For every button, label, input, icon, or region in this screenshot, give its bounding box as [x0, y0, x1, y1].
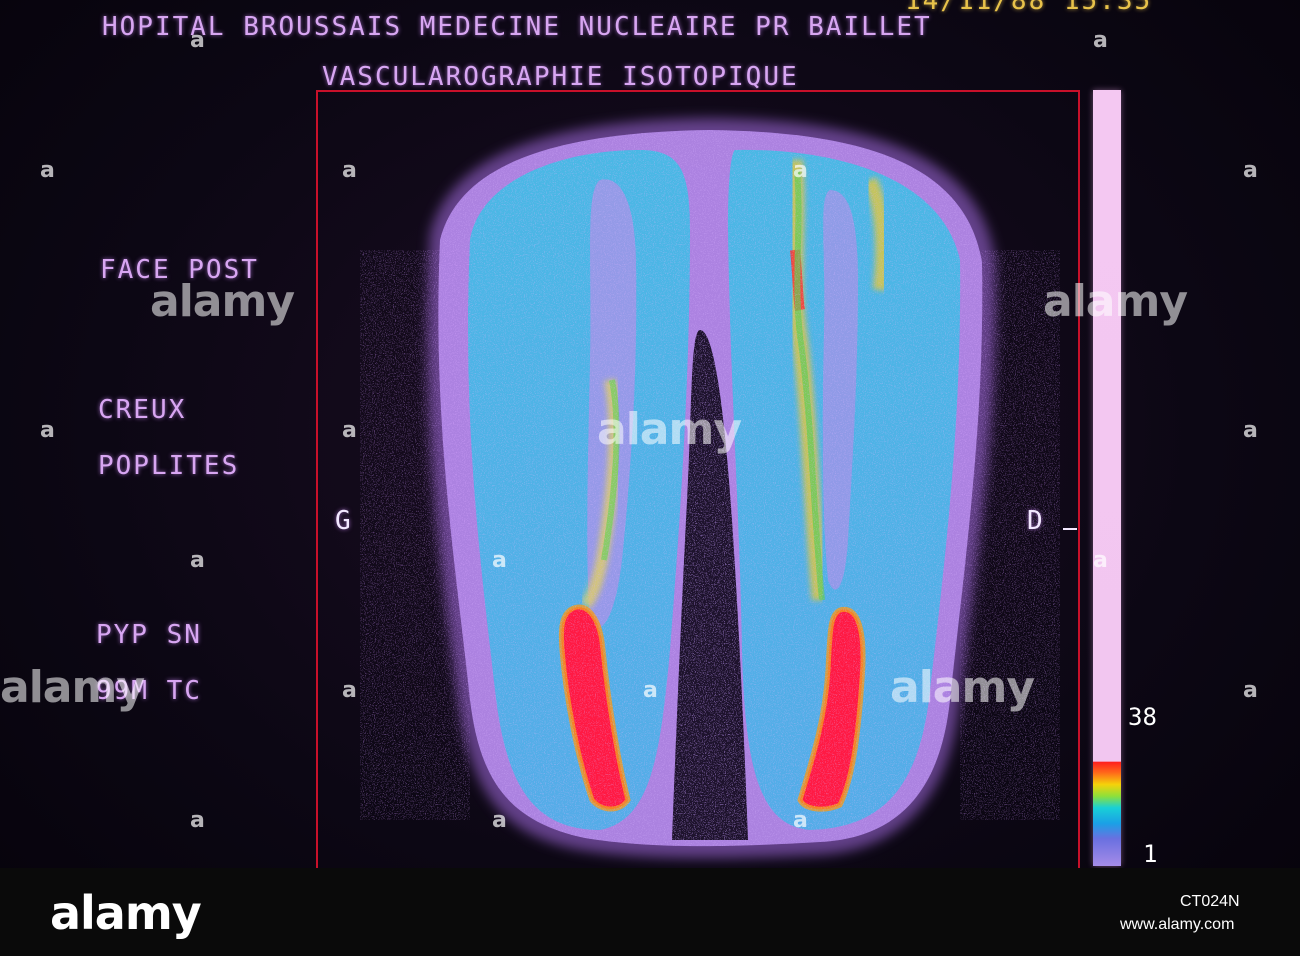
watermark-mark: a [1093, 28, 1108, 53]
alamy-logo: alamy [50, 886, 202, 940]
watermark-mark: a [793, 158, 808, 183]
watermark-mark: a [1243, 678, 1258, 703]
watermark-mark: a [342, 418, 357, 443]
orientation-right: D [1027, 506, 1045, 536]
watermark-mark: a [643, 678, 658, 703]
watermark-overlay-1: alamy [150, 276, 295, 327]
watermark-mark: a [190, 28, 205, 53]
watermark-mark: a [1243, 418, 1258, 443]
watermark-mark: a [1093, 548, 1108, 573]
watermark-mark: a [190, 548, 205, 573]
scale-min-label: 1 [1143, 840, 1158, 868]
watermark-mark: a [492, 548, 507, 573]
watermark-mark: a [492, 808, 507, 833]
scale-max-label: 38 [1128, 703, 1157, 731]
watermark-mark: a [1243, 158, 1258, 183]
scale-tick [1063, 528, 1077, 530]
color-scale-bar [1093, 90, 1121, 866]
watermark-overlay-3: alamy [597, 404, 742, 455]
watermark-mark: a [40, 418, 55, 443]
watermark-overlay-2: alamy [1043, 276, 1188, 327]
watermark-mark: a [342, 158, 357, 183]
watermark-mark: a [40, 158, 55, 183]
body-grain [438, 130, 983, 847]
image-id-label: CT024N [1180, 893, 1240, 910]
watermark-overlay-5: alamy [890, 662, 1035, 713]
site-url-label: www.alamy.com [1120, 916, 1235, 933]
watermark-overlay-4: alamy [0, 662, 145, 713]
watermark-mark: a [190, 808, 205, 833]
scintigraphy-screen: HOPITAL BROUSSAIS MEDECINE NUCLEAIRE PR … [0, 0, 1300, 956]
orientation-left: G [335, 506, 353, 536]
watermark-mark: a [793, 808, 808, 833]
watermark-mark: a [342, 678, 357, 703]
